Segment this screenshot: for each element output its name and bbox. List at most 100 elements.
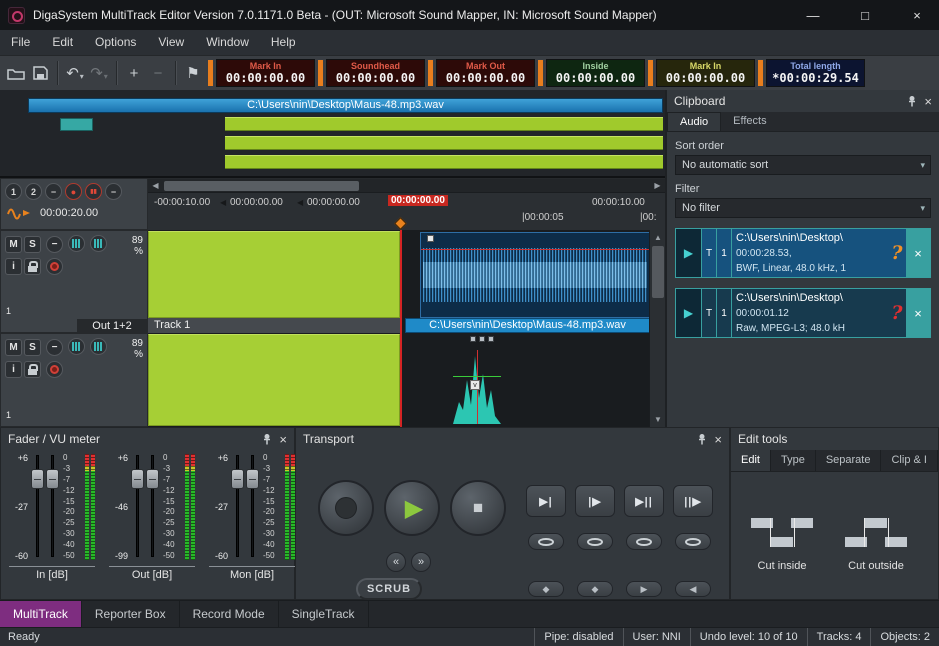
fader-slider[interactable] <box>31 451 44 563</box>
timeline-scrollbar[interactable]: ◀ ▶ <box>148 179 665 193</box>
fader-slider[interactable] <box>231 451 244 563</box>
minimize-button[interactable]: — <box>791 0 835 30</box>
sort-order-select[interactable]: No automatic sort ▾ <box>675 155 931 175</box>
tab-multitrack[interactable]: MultiTrack <box>0 601 82 627</box>
loop-button[interactable] <box>528 533 564 550</box>
remove-item-button[interactable]: × <box>906 289 930 337</box>
tab-reporter-box[interactable]: Reporter Box <box>82 601 180 627</box>
fader-handle[interactable] <box>146 469 159 489</box>
track-name-bar[interactable]: Track 1 <box>148 318 400 333</box>
track-1-lane[interactable]: Track 1 C:\Users\nin\Desktop\Maus-48.mp3… <box>148 230 665 333</box>
fader-handle[interactable] <box>31 469 44 489</box>
vu-meter-button[interactable] <box>90 338 107 355</box>
record-enable-button[interactable]: ● <box>65 183 82 200</box>
scroll-up-icon[interactable]: ▲ <box>650 233 666 242</box>
play-to-end-button[interactable]: ▶|| <box>624 485 664 517</box>
loop-button[interactable] <box>675 533 711 550</box>
edit-marker[interactable] <box>479 336 485 342</box>
marker-button[interactable]: ⚑ <box>182 60 204 86</box>
zoom-in-button[interactable]: + <box>123 60 145 86</box>
fader-handle[interactable] <box>231 469 244 489</box>
timeline-ruler[interactable]: ◀ ▶ -00:00:10.00 ◀ 00:00:00.00 ◀ 00:00:0… <box>148 178 665 230</box>
small-waveform-clip[interactable]: v <box>453 350 501 424</box>
menu-window[interactable]: Window <box>195 30 260 55</box>
play-clip-button[interactable]: ▶ <box>676 289 702 337</box>
redo-button[interactable]: ↷▾ <box>88 60 110 86</box>
fader-slider[interactable] <box>131 451 144 563</box>
filter-select[interactable]: No filter ▾ <box>675 198 931 218</box>
record-arm-button[interactable] <box>46 361 63 378</box>
close-button[interactable]: × <box>895 0 939 30</box>
info-button[interactable]: i <box>5 361 22 378</box>
chevron-down-icon[interactable]: ▾ <box>915 203 930 214</box>
vu-meter-button[interactable] <box>68 235 85 252</box>
pin-icon[interactable] <box>697 433 707 445</box>
fader-handle[interactable] <box>131 469 144 489</box>
overview-track-bar[interactable] <box>225 117 663 131</box>
output-routing-label[interactable]: Out 1+2 <box>77 319 147 333</box>
scroll-down-icon[interactable]: ▼ <box>650 415 666 424</box>
edit-marker[interactable] <box>470 336 476 342</box>
collapse-track-button[interactable]: − <box>46 236 63 253</box>
pause-enable-button[interactable]: ▮▮ <box>85 183 102 200</box>
audio-clip-green[interactable] <box>148 334 400 426</box>
pin-icon[interactable] <box>262 433 272 445</box>
scrub-button[interactable]: SCRUB <box>356 578 422 600</box>
audio-clip-waveform[interactable] <box>420 232 650 318</box>
track-2-lane[interactable]: v <box>148 333 665 427</box>
fader-slider[interactable] <box>246 451 259 563</box>
loop-button[interactable] <box>626 533 662 550</box>
clipboard-item[interactable]: ▶ T 1 C:\Users\nin\Desktop\ 00:00:01.12 … <box>675 288 931 338</box>
solo-button[interactable]: S <box>24 236 41 253</box>
cut-outside-button[interactable]: Cut outside <box>831 492 921 578</box>
menu-options[interactable]: Options <box>84 30 147 55</box>
fast-forward-button[interactable]: » <box>411 552 431 572</box>
fader-slider[interactable] <box>46 451 59 563</box>
clipboard-item[interactable]: ▶ T 1 C:\Users\nin\Desktop\ 00:00:28.53,… <box>675 228 931 278</box>
clip-handle[interactable] <box>427 235 434 242</box>
lock-button[interactable] <box>24 258 41 275</box>
info-button[interactable]: i <box>5 258 22 275</box>
audio-clip-green[interactable] <box>148 231 400 318</box>
cut-inside-button[interactable]: Cut inside <box>737 492 827 578</box>
remove-item-button[interactable]: × <box>906 229 930 277</box>
scrollbar-thumb[interactable] <box>652 246 664 298</box>
rewind-button[interactable]: « <box>386 552 406 572</box>
tab-separate[interactable]: Separate <box>816 450 882 471</box>
mute-button[interactable]: M <box>5 236 22 253</box>
lock-button[interactable] <box>24 361 41 378</box>
overview-clip-block[interactable] <box>60 118 93 131</box>
play-button[interactable]: ▶ <box>384 480 440 536</box>
maximize-button[interactable]: □ <box>843 0 887 30</box>
menu-view[interactable]: View <box>147 30 195 55</box>
play-from-mark-button[interactable]: |▶ <box>575 485 615 517</box>
tab-edit[interactable]: Edit <box>731 450 771 471</box>
tab-effects[interactable]: Effects <box>721 112 778 131</box>
tab-type[interactable]: Type <box>771 450 816 471</box>
step-back-button[interactable]: ◀ <box>675 581 711 597</box>
step-forward-button[interactable]: ▶ <box>626 581 662 597</box>
track-1-button[interactable]: 1 <box>5 183 22 200</box>
collapse-track-button[interactable]: − <box>46 339 63 356</box>
record-arm-button[interactable] <box>46 258 63 275</box>
overview-track-bar[interactable] <box>225 155 663 169</box>
collapse-button[interactable]: − <box>45 183 62 200</box>
tab-clip[interactable]: Clip & I <box>881 450 937 471</box>
open-button[interactable] <box>5 60 27 86</box>
playhead-marker[interactable] <box>394 217 407 230</box>
menu-file[interactable]: File <box>0 30 41 55</box>
chevron-down-icon[interactable]: ▾ <box>915 160 930 171</box>
play-clip-button[interactable]: ▶ <box>676 229 702 277</box>
undo-button[interactable]: ↶▾ <box>64 60 86 86</box>
overview-clip-title[interactable]: C:\Users\nin\Desktop\Maus-48.mp3.wav <box>28 98 663 113</box>
stop-button[interactable]: ■ <box>450 480 506 536</box>
pin-icon[interactable] <box>907 95 917 107</box>
scroll-right-icon[interactable]: ▶ <box>651 179 664 192</box>
track-vertical-scrollbar[interactable]: ▲ ▼ <box>649 230 665 427</box>
tab-audio[interactable]: Audio <box>667 112 721 131</box>
scroll-left-icon[interactable]: ◀ <box>149 179 162 192</box>
menu-edit[interactable]: Edit <box>41 30 84 55</box>
tab-record-mode[interactable]: Record Mode <box>180 601 279 627</box>
overview-track-bar[interactable] <box>225 136 663 150</box>
goto-marker-button[interactable]: ◆ <box>528 581 564 597</box>
